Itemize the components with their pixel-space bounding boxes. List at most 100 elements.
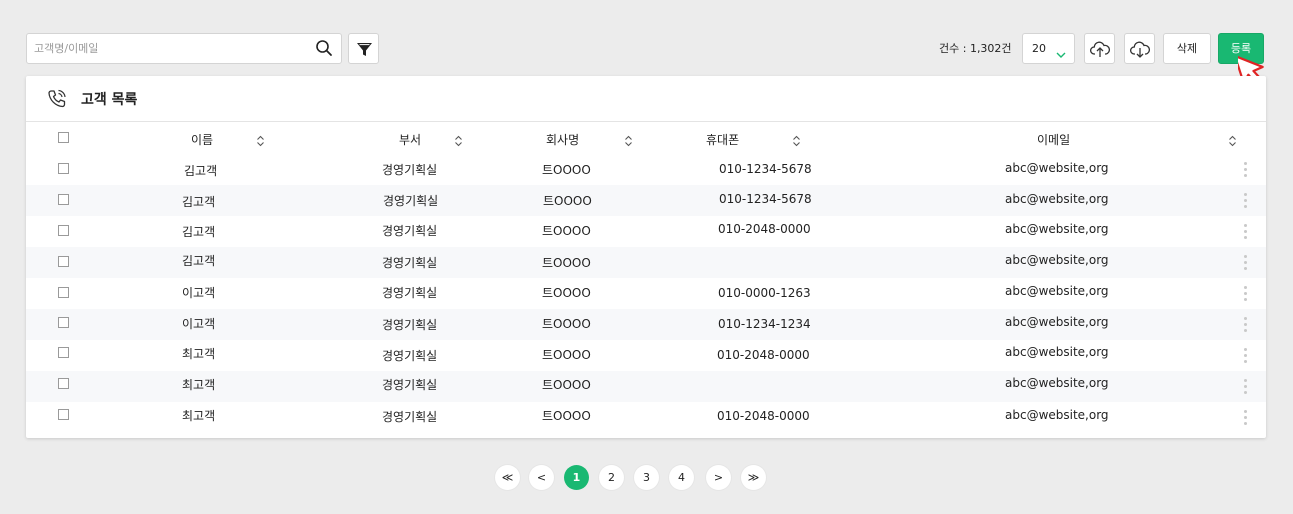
row-checkbox[interactable] [58,347,69,358]
cell-company: 트OOOO [542,163,591,177]
cell-dept: 경영기획실 [382,163,438,177]
column-header-phone: 휴대폰 [706,133,740,147]
kebab-icon[interactable] [1244,410,1247,428]
table-row[interactable]: 이고객 경영기획실 트OOOO 010-0000-1263 abc@websit… [26,278,1266,309]
select-all-checkbox[interactable] [58,132,69,143]
filter-button[interactable] [348,33,379,64]
delete-button[interactable]: 삭제 [1163,33,1211,64]
table-row[interactable]: 이고객 경영기획실 트OOOO 010-1234-1234 abc@websit… [26,309,1266,340]
sort-icon[interactable] [454,132,463,151]
cell-dept: 경영기획실 [382,224,438,238]
kebab-icon[interactable] [1244,379,1247,397]
cell-dept: 경영기획실 [382,410,438,424]
table-header: 이름 부서 회사명 휴대폰 이메일 [26,122,1266,154]
chevron-down-icon [1056,44,1066,63]
cell-email: abc@website,org [1005,408,1109,422]
card-title: 고객 목록 [81,92,138,108]
cell-email: abc@website,org [1005,345,1109,359]
search-box [26,33,342,64]
customer-list-card: 고객 목록 이름 부서 회사명 휴대폰 이메일 김고객 경영기획실 트OOOO … [26,76,1266,438]
cell-dept: 경영기획실 [382,378,438,392]
kebab-icon[interactable] [1244,224,1247,242]
cell-email: abc@website,org [1005,192,1109,206]
download-button[interactable] [1124,33,1155,64]
card-header: 고객 목록 [26,76,1266,122]
table-row[interactable]: 최고객 경영기획실 트OOOO abc@website,org [26,371,1266,402]
page-button-3[interactable]: 3 [634,465,659,490]
cell-company: 트OOOO [543,194,592,208]
cell-company: 트OOOO [542,409,591,423]
cell-company: 트OOOO [542,286,591,300]
row-checkbox[interactable] [58,194,69,205]
search-icon[interactable] [315,39,333,57]
cell-name: 이고객 [182,286,216,300]
kebab-icon[interactable] [1244,162,1247,180]
cell-company: 트OOOO [542,224,591,238]
cell-phone: 010-0000-1263 [718,286,811,300]
row-checkbox[interactable] [58,378,69,389]
kebab-icon[interactable] [1244,317,1247,335]
download-cloud-icon [1130,41,1150,58]
kebab-icon[interactable] [1244,348,1247,366]
cell-phone: 010-1234-5678 [719,192,812,206]
page-button-1[interactable]: 1 [564,465,589,490]
cell-email: abc@website,org [1005,161,1109,175]
cell-dept: 경영기획실 [383,194,439,208]
record-count: 건수 : 1,302건 [939,42,1012,55]
cell-email: abc@website,org [1005,284,1109,298]
row-checkbox[interactable] [58,287,69,298]
sort-icon[interactable] [792,132,801,151]
cell-name: 김고객 [182,254,216,268]
last-page-button[interactable]: ≫ [741,465,766,490]
kebab-icon[interactable] [1244,286,1247,304]
cell-company: 트OOOO [542,256,591,270]
cell-name: 최고객 [182,347,216,361]
cell-dept: 경영기획실 [382,318,438,332]
cell-phone: 010-2048-0000 [717,348,810,362]
cell-name: 이고객 [182,317,216,331]
phone-icon [46,88,68,114]
column-header-email: 이메일 [1037,133,1071,147]
cell-dept: 경영기획실 [382,349,438,363]
row-checkbox[interactable] [58,256,69,267]
column-header-name: 이름 [191,133,214,147]
pagination: ≪ < 1 2 3 4 > ≫ [0,465,1293,490]
table-row[interactable]: 김고객 경영기획실 트OOOO 010-2048-0000 abc@websit… [26,216,1266,247]
page-button-4[interactable]: 4 [669,465,694,490]
cell-phone: 010-2048-0000 [718,222,811,236]
sort-icon[interactable] [1228,132,1237,151]
table-row[interactable]: 김고객 경영기획실 트OOOO abc@website,org [26,247,1266,278]
cell-name: 최고객 [182,409,216,423]
cell-company: 트OOOO [542,317,591,331]
row-checkbox[interactable] [58,317,69,328]
page-button-2[interactable]: 2 [599,465,624,490]
cell-dept: 경영기획실 [382,256,438,270]
row-checkbox[interactable] [58,409,69,420]
cell-email: abc@website,org [1005,253,1109,267]
upload-button[interactable] [1084,33,1115,64]
page-size-value: 20 [1032,42,1046,55]
cell-phone: 010-1234-1234 [718,317,811,331]
row-checkbox[interactable] [58,163,69,174]
page-size-select[interactable]: 20 [1022,33,1075,64]
kebab-icon[interactable] [1244,193,1247,211]
sort-icon[interactable] [256,132,265,151]
cell-name: 김고객 [184,164,218,178]
search-input[interactable] [27,34,309,63]
cell-phone: 010-1234-5678 [719,162,812,176]
cell-email: abc@website,org [1005,315,1109,329]
first-page-button[interactable]: ≪ [495,465,520,490]
table-row[interactable]: 최고객 경영기획실 트OOOO 010-2048-0000 abc@websit… [26,402,1266,433]
table-row[interactable]: 김고객 경영기획실 트OOOO 010-1234-5678 abc@websit… [26,154,1266,185]
table-row[interactable]: 김고객 경영기획실 트OOOO 010-1234-5678 abc@websit… [26,185,1266,216]
row-checkbox[interactable] [58,225,69,236]
prev-page-button[interactable]: < [529,465,554,490]
cell-dept: 경영기획실 [382,286,438,300]
table-row[interactable]: 최고객 경영기획실 트OOOO 010-2048-0000 abc@websit… [26,340,1266,371]
cell-name: 최고객 [182,378,216,392]
cell-name: 김고객 [182,195,216,209]
sort-icon[interactable] [624,132,633,151]
column-header-dept: 부서 [399,133,422,147]
kebab-icon[interactable] [1244,255,1247,273]
next-page-button[interactable]: > [706,465,731,490]
